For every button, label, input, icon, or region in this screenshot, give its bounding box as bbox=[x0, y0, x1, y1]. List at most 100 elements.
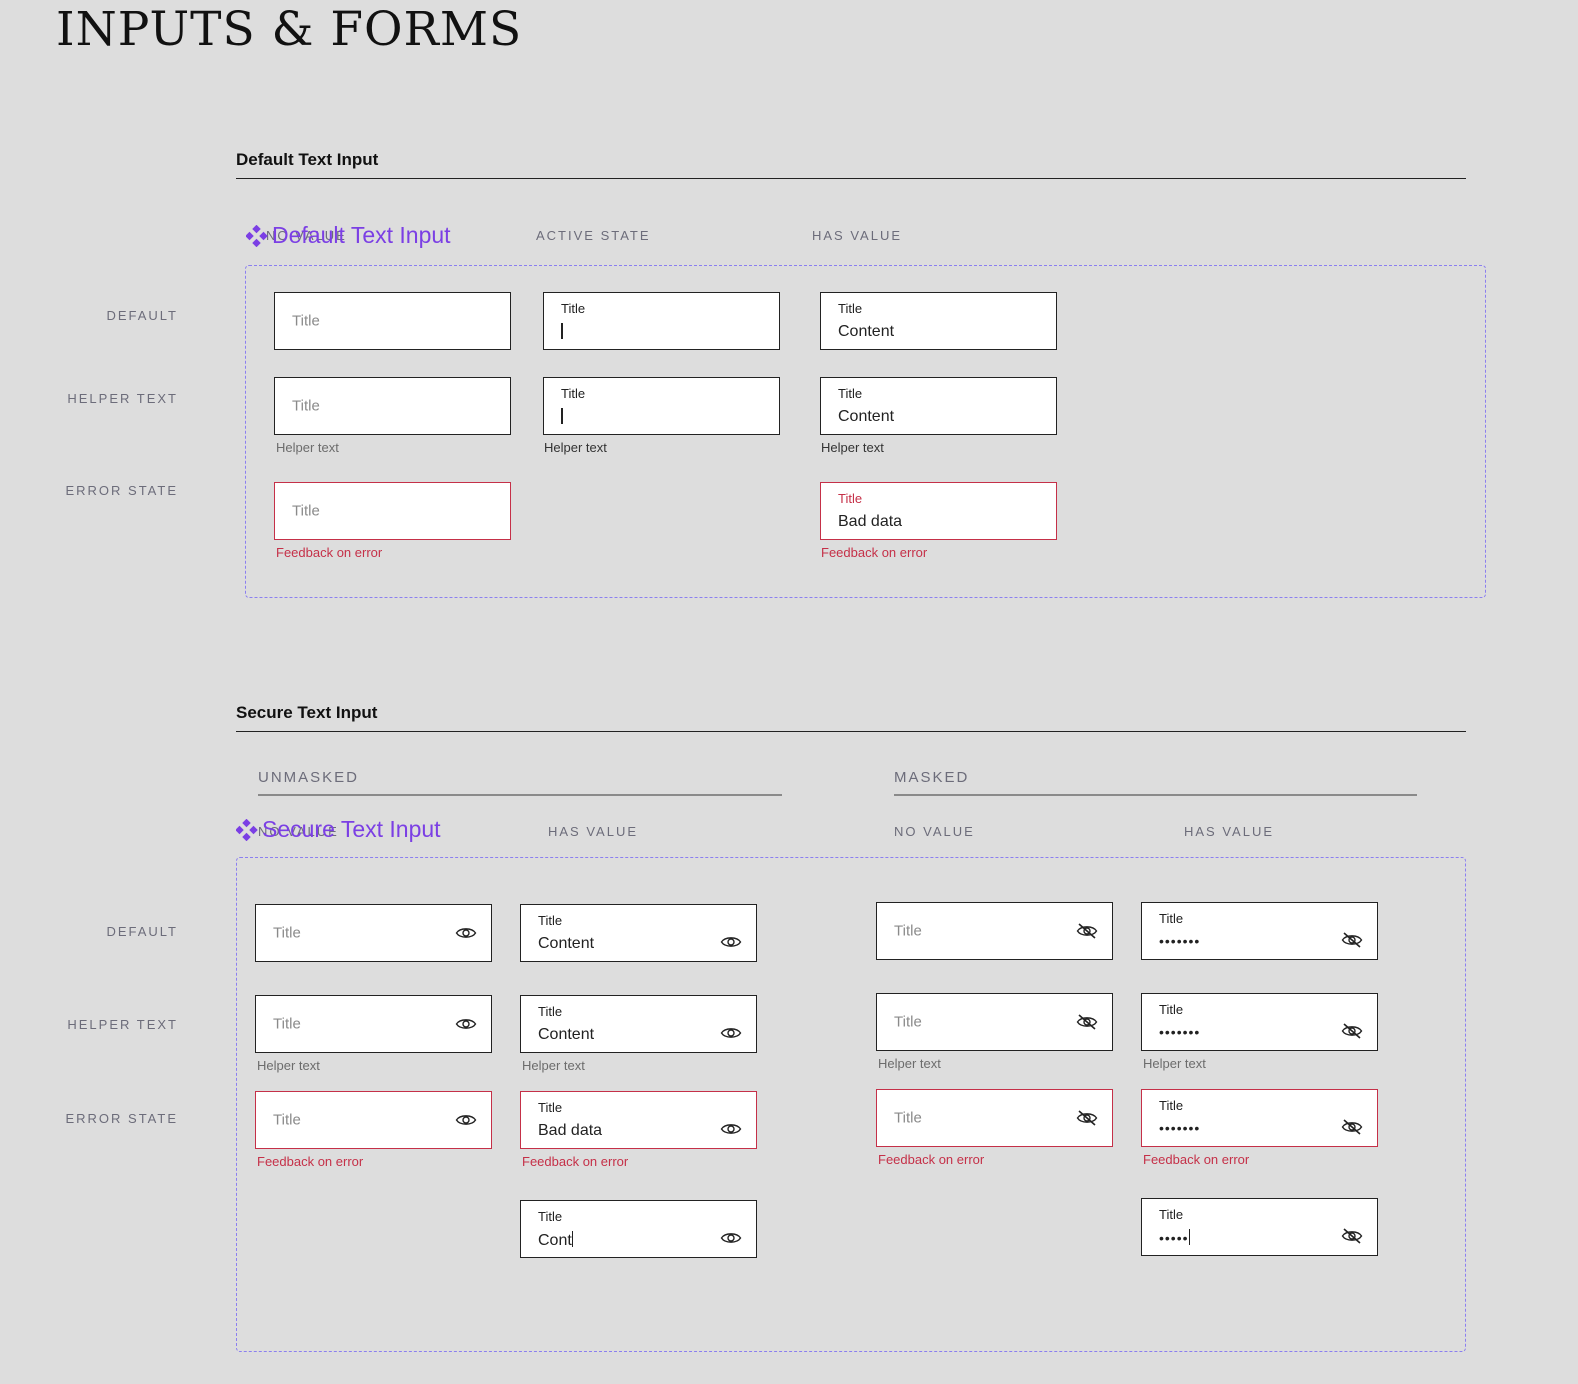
input-label: Title bbox=[538, 1100, 563, 1115]
eye-off-icon[interactable] bbox=[1076, 1110, 1098, 1126]
section-title-default: Default Text Input bbox=[236, 150, 379, 169]
secure-input-masked[interactable]: Title bbox=[876, 902, 1113, 960]
input-placeholder: Title bbox=[273, 924, 301, 942]
secure-input-masked-filled[interactable]: Title ••••••• bbox=[1141, 902, 1378, 960]
text-cursor bbox=[1188, 1229, 1191, 1245]
input-label: Title bbox=[538, 1004, 563, 1019]
text-input[interactable]: Title bbox=[274, 292, 511, 350]
error-feedback: Feedback on error bbox=[1143, 1152, 1250, 1167]
secure-input-masked-typing[interactable]: Title ••••• bbox=[1141, 1198, 1378, 1256]
text-input-active[interactable]: Title bbox=[543, 377, 780, 435]
component-label-text: Default Text Input bbox=[272, 222, 451, 248]
column-head-active-state: ACTIVE STATE bbox=[536, 228, 651, 243]
eye-icon[interactable] bbox=[455, 1112, 477, 1128]
component-label[interactable]: Secure Text Input bbox=[236, 816, 441, 843]
eye-icon[interactable] bbox=[720, 1230, 742, 1246]
error-feedback: Feedback on error bbox=[522, 1154, 629, 1169]
eye-off-icon[interactable] bbox=[1341, 932, 1363, 948]
input-label: Title bbox=[838, 386, 863, 401]
input-value: Bad data bbox=[538, 1122, 603, 1139]
secure-input-filled[interactable]: Title Content bbox=[520, 995, 757, 1053]
secure-input-filled[interactable]: Title Content bbox=[520, 904, 757, 962]
eye-icon[interactable] bbox=[455, 1016, 477, 1032]
eye-icon[interactable] bbox=[455, 925, 477, 941]
text-cursor bbox=[561, 323, 563, 342]
eye-off-icon[interactable] bbox=[1076, 923, 1098, 939]
input-value-wrap: ••••• bbox=[1159, 1229, 1191, 1246]
text-input-error-filled[interactable]: Title Bad data bbox=[820, 482, 1057, 540]
input-label: Title bbox=[838, 301, 863, 316]
text-cursor bbox=[571, 1231, 574, 1247]
page-title: INPUTS & FORMS bbox=[56, 2, 523, 57]
secure-input-typing[interactable]: Title Cont bbox=[520, 1200, 757, 1258]
input-placeholder: Title bbox=[273, 1015, 301, 1033]
helper-text: Helper text bbox=[1143, 1056, 1206, 1071]
row-label-helper-text: HELPER TEXT bbox=[67, 1017, 178, 1032]
masked-value: ••••••• bbox=[1159, 1024, 1201, 1040]
input-label: Title bbox=[538, 1209, 563, 1224]
secure-input[interactable]: Title bbox=[255, 995, 492, 1053]
masked-value: ••••• bbox=[1159, 1230, 1189, 1246]
input-label: Title bbox=[538, 913, 563, 928]
eye-icon[interactable] bbox=[720, 1121, 742, 1137]
input-value: Content bbox=[838, 408, 895, 425]
input-label: Title bbox=[561, 386, 586, 401]
secure-input-masked-error[interactable]: Title bbox=[876, 1089, 1113, 1147]
secure-input[interactable]: Title bbox=[255, 904, 492, 962]
eye-off-icon[interactable] bbox=[1341, 1023, 1363, 1039]
input-value: Content bbox=[538, 1026, 595, 1043]
text-cursor bbox=[561, 408, 563, 427]
section-divider bbox=[236, 178, 1466, 179]
error-feedback: Feedback on error bbox=[276, 545, 383, 560]
column-head-has-value: HAS VALUE bbox=[548, 824, 639, 839]
component-label[interactable]: Default Text Input bbox=[246, 222, 451, 249]
helper-text: Helper text bbox=[878, 1056, 941, 1071]
secure-input-masked-filled[interactable]: Title ••••••• bbox=[1141, 993, 1378, 1051]
row-label-default: DEFAULT bbox=[106, 924, 178, 939]
error-feedback: Feedback on error bbox=[257, 1154, 364, 1169]
input-placeholder: Title bbox=[292, 312, 320, 330]
secure-input-error[interactable]: Title bbox=[255, 1091, 492, 1149]
masked-value: ••••••• bbox=[1159, 933, 1201, 949]
column-head-no-value: NO VALUE bbox=[894, 824, 975, 839]
text-input-active[interactable]: Title bbox=[543, 292, 780, 350]
row-label-error-state: ERROR STATE bbox=[65, 483, 178, 498]
eye-off-icon[interactable] bbox=[1341, 1119, 1363, 1135]
helper-text: Helper text bbox=[544, 440, 607, 455]
secure-input-masked[interactable]: Title bbox=[876, 993, 1113, 1051]
secure-input-masked-error-filled[interactable]: Title ••••••• bbox=[1141, 1089, 1378, 1147]
text-input-error[interactable]: Title bbox=[274, 482, 511, 540]
secure-input-error-filled[interactable]: Title Bad data bbox=[520, 1091, 757, 1149]
eye-off-icon[interactable] bbox=[1341, 1228, 1363, 1244]
column-head-has-value: HAS VALUE bbox=[1184, 824, 1275, 839]
component-icon bbox=[236, 818, 258, 841]
eye-icon[interactable] bbox=[720, 1025, 742, 1041]
eye-off-icon[interactable] bbox=[1076, 1014, 1098, 1030]
group-head-masked: MASKED bbox=[894, 769, 970, 786]
eye-icon[interactable] bbox=[720, 934, 742, 950]
error-feedback: Feedback on error bbox=[878, 1152, 985, 1167]
component-label-text: Secure Text Input bbox=[262, 816, 441, 842]
input-label: Title bbox=[1159, 1098, 1184, 1113]
input-value-wrap: Cont bbox=[538, 1231, 574, 1250]
helper-text: Helper text bbox=[522, 1058, 585, 1073]
input-placeholder: Title bbox=[273, 1111, 301, 1129]
text-input-filled[interactable]: Title Content bbox=[820, 377, 1057, 435]
error-feedback: Feedback on error bbox=[821, 545, 928, 560]
input-placeholder: Title bbox=[292, 502, 320, 520]
text-input[interactable]: Title bbox=[274, 377, 511, 435]
group-divider bbox=[894, 794, 1417, 796]
helper-text: Helper text bbox=[821, 440, 884, 455]
helper-text: Helper text bbox=[276, 440, 339, 455]
component-icon bbox=[246, 224, 268, 247]
row-label-default: DEFAULT bbox=[106, 308, 178, 323]
masked-value: ••••••• bbox=[1159, 1120, 1201, 1136]
input-value: Content bbox=[838, 323, 895, 340]
input-value: Cont bbox=[538, 1232, 572, 1249]
section-title-secure: Secure Text Input bbox=[236, 703, 378, 722]
helper-text: Helper text bbox=[257, 1058, 320, 1073]
input-value: Bad data bbox=[838, 513, 903, 530]
input-value: Content bbox=[538, 935, 595, 952]
column-head-has-value: HAS VALUE bbox=[812, 228, 903, 243]
text-input-filled[interactable]: Title Content bbox=[820, 292, 1057, 350]
